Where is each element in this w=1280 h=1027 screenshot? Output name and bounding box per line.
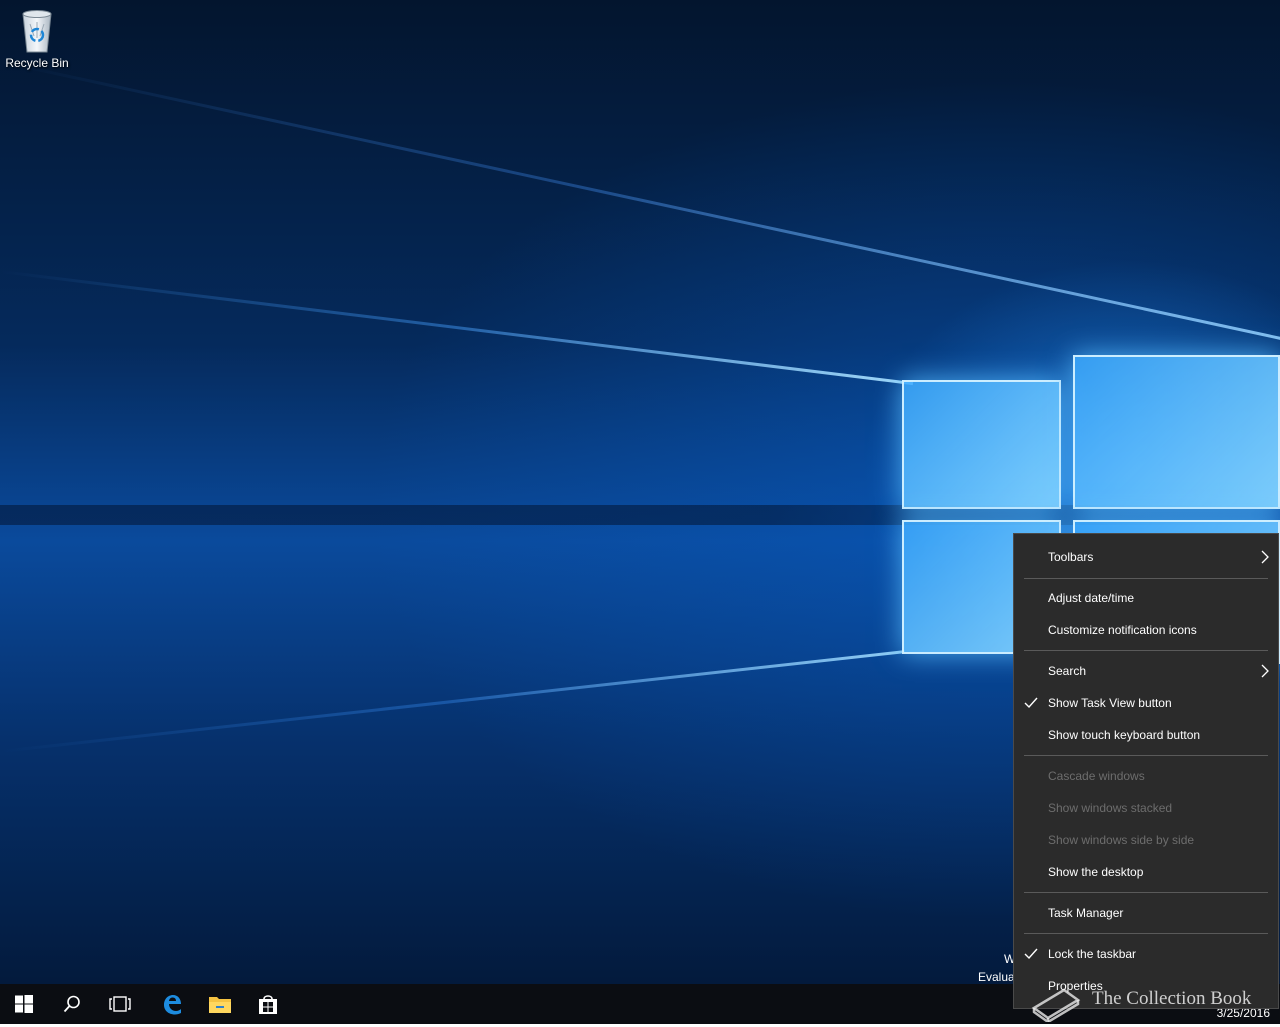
menu-separator	[1024, 892, 1268, 893]
book-icon	[1031, 988, 1081, 1025]
collection-book-watermark: The Collection Book	[1030, 978, 1270, 1025]
desktop-icon-label: Recycle Bin	[5, 56, 69, 70]
menu-item-label: Toolbars	[1048, 550, 1094, 564]
menu-item-label: Show windows side by side	[1048, 833, 1195, 847]
menu-item-show-touch-keyboard-button[interactable]: Show touch keyboard button	[1014, 721, 1278, 749]
menu-item-show-the-desktop[interactable]: Show the desktop	[1014, 858, 1278, 886]
menu-item-customize-notification-icons[interactable]: Customize notification icons	[1014, 616, 1278, 644]
desktop-icon-recycle-bin[interactable]: Recycle Bin	[4, 8, 70, 70]
menu-item-toolbars[interactable]: Toolbars	[1014, 543, 1278, 571]
menu-item-search[interactable]: Search	[1014, 657, 1278, 685]
taskbar-context-menu: Toolbars Adjust date/time Customize noti…	[1013, 533, 1279, 1009]
chevron-right-icon	[1261, 550, 1269, 564]
menu-item-adjust-date-time[interactable]: Adjust date/time	[1014, 584, 1278, 612]
menu-item-label: Customize notification icons	[1048, 623, 1197, 637]
windows-logo-icon	[15, 995, 33, 1013]
search-button[interactable]	[48, 984, 96, 1024]
task-view-button[interactable]	[96, 984, 144, 1024]
menu-item-label: Show touch keyboard button	[1048, 728, 1201, 742]
edge-taskbar-button[interactable]	[148, 984, 196, 1024]
search-icon	[63, 995, 80, 1013]
light-beam	[0, 270, 914, 386]
menu-separator	[1024, 755, 1268, 756]
menu-item-label: Adjust date/time	[1048, 591, 1135, 605]
start-button[interactable]	[0, 984, 48, 1024]
menu-separator	[1024, 933, 1268, 934]
task-view-icon	[109, 996, 131, 1012]
menu-item-label: Lock the taskbar	[1048, 947, 1137, 961]
evaluation-line-2: Evaluat	[977, 970, 1018, 984]
evaluation-line-1: Wi	[1004, 952, 1018, 966]
menu-separator	[1024, 650, 1268, 651]
light-beam	[0, 60, 1280, 347]
light-beam	[0, 650, 905, 753]
file-explorer-taskbar-button[interactable]	[196, 984, 244, 1024]
menu-item-label: Cascade windows	[1048, 769, 1145, 783]
menu-item-label: Show Task View button	[1048, 696, 1172, 710]
menu-item-cascade-windows: Cascade windows	[1014, 762, 1278, 790]
menu-item-label: Show windows stacked	[1048, 801, 1173, 815]
store-icon	[259, 995, 277, 1014]
evaluation-watermark: Wi Evaluat	[978, 950, 1018, 984]
menu-item-lock-the-taskbar[interactable]: Lock the taskbar	[1014, 940, 1278, 968]
checkmark-icon	[1024, 697, 1038, 709]
store-taskbar-button[interactable]	[244, 984, 292, 1024]
menu-item-label: Show the desktop	[1048, 865, 1144, 879]
menu-item-show-windows-stacked: Show windows stacked	[1014, 794, 1278, 822]
menu-item-show-task-view-button[interactable]: Show Task View button	[1014, 689, 1278, 717]
menu-item-task-manager[interactable]: Task Manager	[1014, 899, 1278, 927]
menu-item-show-windows-side-by-side: Show windows side by side	[1014, 826, 1278, 854]
recycle-bin-icon	[22, 10, 52, 53]
logo-pane	[902, 380, 1061, 509]
menu-item-label: Task Manager	[1048, 906, 1124, 920]
folder-icon	[209, 997, 231, 1013]
chevron-right-icon	[1261, 664, 1269, 678]
logo-pane	[1073, 355, 1280, 509]
checkmark-icon	[1024, 948, 1038, 960]
watermark-text: The Collection Book	[1092, 988, 1252, 1009]
menu-separator	[1024, 578, 1268, 579]
menu-item-label: Search	[1048, 664, 1087, 678]
edge-icon	[164, 995, 181, 1015]
